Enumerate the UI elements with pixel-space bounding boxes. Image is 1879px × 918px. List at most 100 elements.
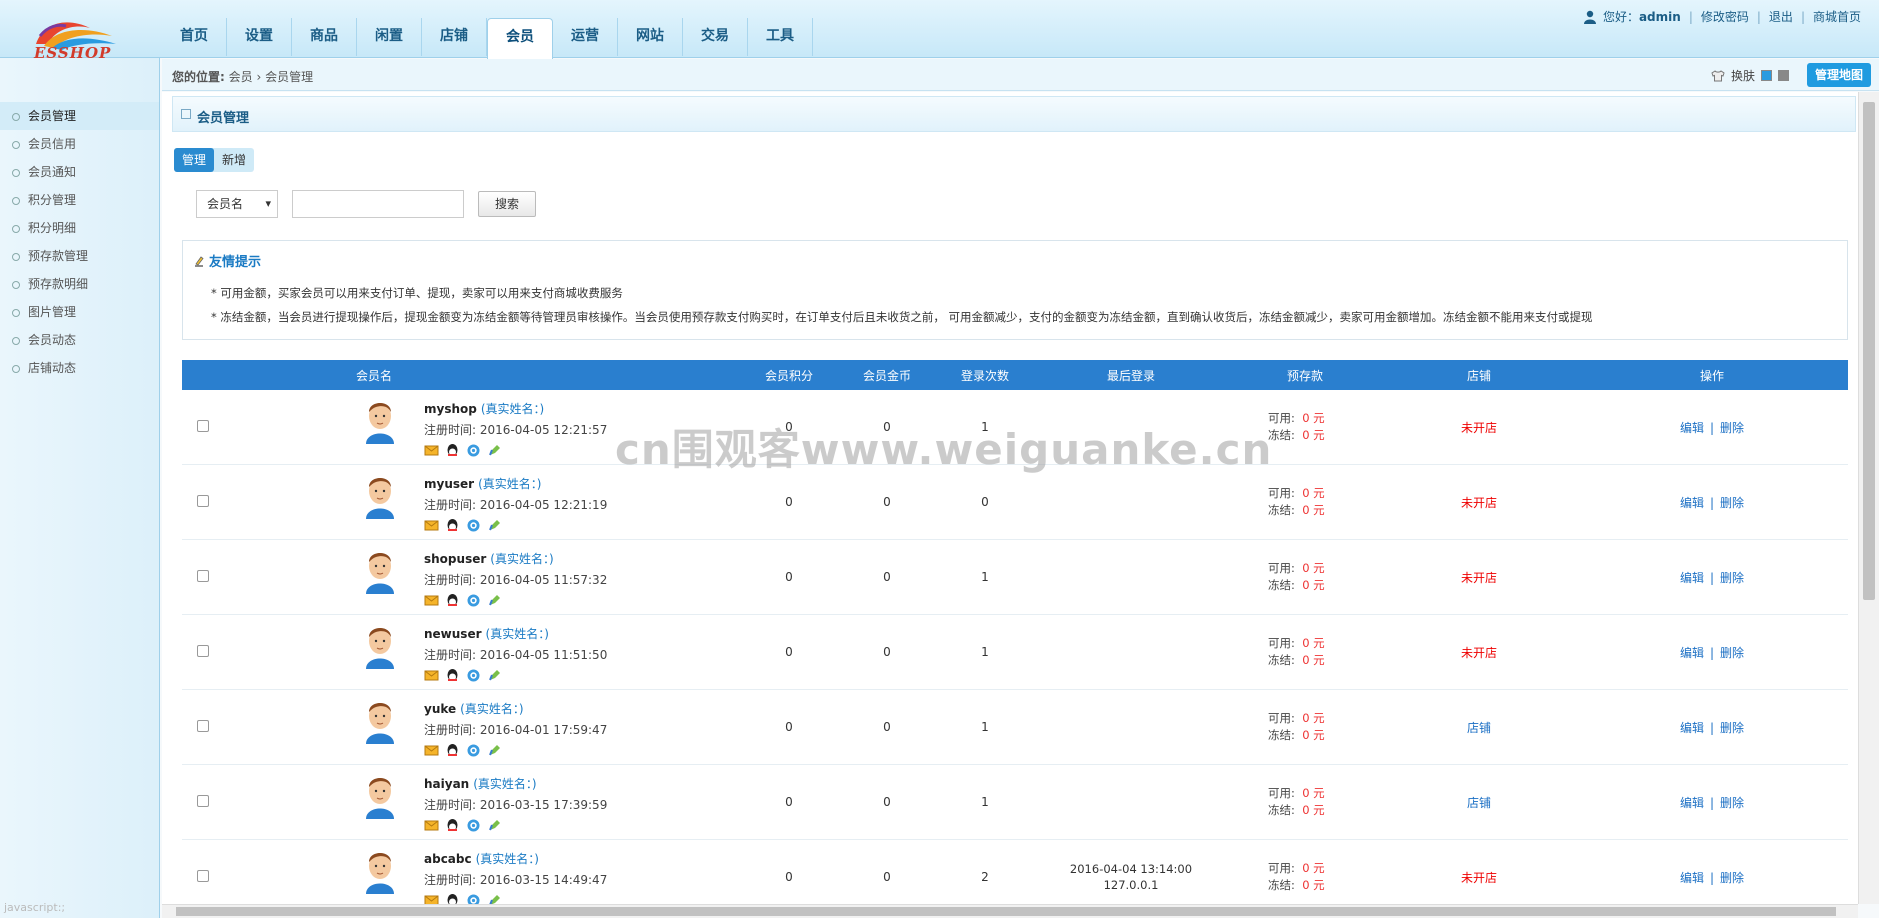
nav-trade[interactable]: 交易 bbox=[683, 18, 748, 56]
member-regtime: 注册时间: 2016-04-05 11:51:50 bbox=[424, 647, 608, 662]
email-icon[interactable] bbox=[424, 743, 439, 758]
delete-link[interactable]: 删除 bbox=[1720, 571, 1744, 585]
header-gold[interactable]: 会员金币 bbox=[838, 367, 936, 384]
header-points[interactable]: 会员积分 bbox=[740, 367, 838, 384]
nav-tools[interactable]: 工具 bbox=[748, 18, 813, 56]
member-store-status[interactable]: 店铺 bbox=[1382, 794, 1576, 811]
email-icon[interactable] bbox=[424, 893, 439, 905]
edit-link[interactable]: 编辑 bbox=[1680, 721, 1704, 735]
qq-icon[interactable] bbox=[445, 893, 460, 905]
delete-link[interactable]: 删除 bbox=[1720, 646, 1744, 660]
email-icon[interactable] bbox=[424, 818, 439, 833]
row-checkbox[interactable] bbox=[197, 494, 209, 507]
email-icon[interactable] bbox=[424, 518, 439, 533]
header-member-name[interactable]: 会员名 bbox=[212, 367, 740, 384]
edit-link[interactable]: 编辑 bbox=[1680, 421, 1704, 435]
edit-link[interactable]: 编辑 bbox=[1680, 496, 1704, 510]
row-checkbox[interactable] bbox=[197, 719, 209, 732]
wangwang-icon[interactable] bbox=[466, 893, 481, 905]
nav-settings[interactable]: 设置 bbox=[227, 18, 292, 56]
tab-manage[interactable]: 管理 bbox=[174, 148, 215, 172]
qq-icon[interactable] bbox=[445, 668, 460, 683]
nav-operation[interactable]: 运营 bbox=[553, 18, 618, 56]
wangwang-icon[interactable] bbox=[466, 668, 481, 683]
wangwang-icon[interactable] bbox=[466, 593, 481, 608]
edit-link[interactable]: 编辑 bbox=[1680, 796, 1704, 810]
sidebar-item-member-activity[interactable]: 会员动态 bbox=[0, 326, 159, 354]
horizontal-scroll-thumb[interactable] bbox=[176, 907, 1836, 916]
member-username: newuser bbox=[424, 626, 482, 641]
edit-pencil-icon[interactable] bbox=[487, 668, 502, 683]
nav-home[interactable]: 首页 bbox=[162, 18, 227, 56]
edit-link[interactable]: 编辑 bbox=[1680, 871, 1704, 885]
sidebar-item-deposit-manage[interactable]: 预存款管理 bbox=[0, 242, 159, 270]
delete-link[interactable]: 删除 bbox=[1720, 721, 1744, 735]
search-input[interactable] bbox=[292, 190, 464, 218]
edit-pencil-icon[interactable] bbox=[487, 893, 502, 905]
sidebar-item-image-manage[interactable]: 图片管理 bbox=[0, 298, 159, 326]
edit-pencil-icon[interactable] bbox=[487, 818, 502, 833]
email-icon[interactable] bbox=[424, 593, 439, 608]
row-checkbox[interactable] bbox=[197, 644, 209, 657]
delete-link[interactable]: 删除 bbox=[1720, 496, 1744, 510]
edit-link[interactable]: 编辑 bbox=[1680, 646, 1704, 660]
edit-pencil-icon[interactable] bbox=[487, 518, 502, 533]
edit-pencil-icon[interactable] bbox=[487, 593, 502, 608]
sidebar-item-member-manage[interactable]: 会员管理 bbox=[0, 102, 159, 130]
email-icon[interactable] bbox=[424, 443, 439, 458]
skin-gray-swatch[interactable] bbox=[1778, 70, 1789, 81]
search-field-select[interactable]: 会员名 bbox=[196, 190, 278, 218]
skin-label: 换肤 bbox=[1730, 69, 1755, 83]
breadcrumb-member[interactable]: 会员 bbox=[229, 70, 253, 84]
wangwang-icon[interactable] bbox=[466, 743, 481, 758]
wangwang-icon[interactable] bbox=[466, 443, 481, 458]
wangwang-icon[interactable] bbox=[466, 518, 481, 533]
member-store-status[interactable]: 店铺 bbox=[1382, 719, 1576, 736]
sidebar-item-points-detail[interactable]: 积分明细 bbox=[0, 214, 159, 242]
delete-link[interactable]: 删除 bbox=[1720, 796, 1744, 810]
skin-blue-swatch[interactable] bbox=[1761, 70, 1772, 81]
nav-store[interactable]: 店铺 bbox=[422, 18, 487, 56]
edit-link[interactable]: 编辑 bbox=[1680, 571, 1704, 585]
manage-map-button[interactable]: 管理地图 bbox=[1806, 63, 1871, 87]
row-checkbox[interactable] bbox=[197, 419, 209, 432]
member-username: shopuser bbox=[424, 551, 487, 566]
edit-pencil-icon[interactable] bbox=[487, 443, 502, 458]
vertical-scroll-thumb[interactable] bbox=[1863, 102, 1875, 600]
qq-icon[interactable] bbox=[445, 818, 460, 833]
nav-member[interactable]: 会员 bbox=[487, 18, 553, 59]
qq-icon[interactable] bbox=[445, 593, 460, 608]
nav-goods[interactable]: 商品 bbox=[292, 18, 357, 56]
header-login-count[interactable]: 登录次数 bbox=[936, 367, 1034, 384]
sidebar-item-deposit-detail[interactable]: 预存款明细 bbox=[0, 270, 159, 298]
row-checkbox[interactable] bbox=[197, 869, 209, 882]
tab-add[interactable]: 新增 bbox=[214, 148, 254, 172]
qq-icon[interactable] bbox=[445, 518, 460, 533]
nav-idle[interactable]: 闲置 bbox=[357, 18, 422, 56]
edit-pencil-icon[interactable] bbox=[487, 743, 502, 758]
wangwang-icon[interactable] bbox=[466, 818, 481, 833]
search-button[interactable]: 搜索 bbox=[478, 191, 536, 217]
email-icon[interactable] bbox=[424, 668, 439, 683]
member-regtime: 注册时间: 2016-04-05 12:21:19 bbox=[424, 497, 608, 512]
delete-link[interactable]: 删除 bbox=[1720, 421, 1744, 435]
sidebar-item-member-credit[interactable]: 会员信用 bbox=[0, 130, 159, 158]
qq-icon[interactable] bbox=[445, 743, 460, 758]
member-deposit: 可用: 0 元 冻结: 0 元 bbox=[1268, 711, 1325, 742]
member-info: yuke (真实姓名：) 注册时间: 2016-04-01 17:59:47 bbox=[424, 700, 607, 758]
change-password-link[interactable]: 修改密码 bbox=[1701, 8, 1749, 25]
row-checkbox[interactable] bbox=[197, 569, 209, 582]
header-last-login[interactable]: 最后登录 bbox=[1034, 367, 1228, 384]
horizontal-scrollbar[interactable] bbox=[162, 904, 1858, 918]
qq-icon[interactable] bbox=[445, 443, 460, 458]
logout-link[interactable]: 退出 bbox=[1769, 8, 1793, 25]
sidebar-item-points-manage[interactable]: 积分管理 bbox=[0, 186, 159, 214]
vertical-scrollbar[interactable] bbox=[1858, 92, 1879, 904]
row-actions: 编辑 | 删除 bbox=[1679, 570, 1745, 585]
delete-link[interactable]: 删除 bbox=[1720, 871, 1744, 885]
mall-home-link[interactable]: 商城首页 bbox=[1813, 8, 1861, 25]
row-checkbox[interactable] bbox=[197, 794, 209, 807]
sidebar-item-member-notice[interactable]: 会员通知 bbox=[0, 158, 159, 186]
sidebar-item-store-activity[interactable]: 店铺动态 bbox=[0, 354, 159, 382]
nav-website[interactable]: 网站 bbox=[618, 18, 683, 56]
